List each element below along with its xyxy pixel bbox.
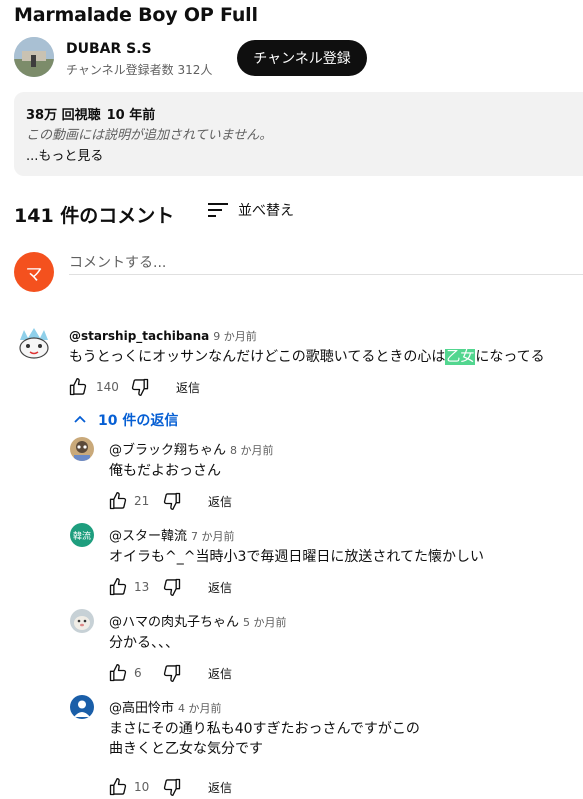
reply-avatar[interactable] <box>70 609 94 633</box>
comment-count: 141 件のコメント <box>14 205 175 227</box>
thumb-up-icon <box>109 578 127 596</box>
view-count: 38万 回視聴 <box>26 108 101 123</box>
sort-label: 並べ替え <box>238 203 294 219</box>
reply-actions: 10 返信 <box>106 775 232 799</box>
thumb-up-icon <box>109 492 127 510</box>
reply-actions: 21 返信 <box>106 489 232 513</box>
thumb-down-icon <box>163 778 181 796</box>
sort-button[interactable]: 並べ替え <box>208 200 294 220</box>
subscriber-count: チャンネル登録者数 312人 <box>66 63 213 77</box>
show-more-link[interactable]: ...もっと見る <box>26 145 103 164</box>
reply-text: オイラも^_^当時小3で毎週日曜日に放送されてた懐かしい <box>109 549 484 565</box>
comment-header: @starship_tachibana 9 か月前 <box>69 325 257 344</box>
sort-icon <box>208 203 228 217</box>
comment-text: もうとっくにオッサンなんだけどこの歌聴いてるときの心は乙女になってる <box>69 346 545 366</box>
reply-button[interactable]: 返信 <box>208 493 232 510</box>
reply-time[interactable]: 7 か月前 <box>191 530 235 543</box>
thumb-down-icon <box>163 664 181 682</box>
dislike-button[interactable] <box>160 489 184 513</box>
reply-button[interactable]: 返信 <box>176 379 200 396</box>
thumb-down-icon <box>131 378 149 396</box>
like-button[interactable] <box>106 661 130 685</box>
reply-header: @ハマの肉丸子ちゃん 5 か月前 <box>109 611 287 630</box>
reply-header: @スター韓流 7 か月前 <box>109 525 235 544</box>
reply-text: 曲きくと乙女な気分です <box>109 741 263 757</box>
reply-text: 俺もだよおっさん <box>109 463 221 479</box>
reply-text: まさにその通り私も40すぎたおっさんですがこの <box>109 721 420 737</box>
comment-actions: 140 返信 <box>66 375 200 399</box>
comment-text-highlight: 乙女 <box>445 349 476 365</box>
reply-author[interactable]: @ハマの肉丸子ちゃん <box>109 615 239 630</box>
replies-toggle[interactable]: 10 件の返信 <box>72 410 178 430</box>
comment-text-after: になってる <box>475 349 545 365</box>
description-text: この動画には説明が追加されていません。 <box>26 128 273 143</box>
reply-actions: 13 返信 <box>106 575 232 599</box>
reply-time[interactable]: 5 か月前 <box>243 616 287 629</box>
like-button[interactable] <box>106 489 130 513</box>
reply-time[interactable]: 4 か月前 <box>178 702 222 715</box>
reply-text: 分かる、、、 <box>109 635 179 651</box>
dislike-button[interactable] <box>160 775 184 799</box>
my-avatar[interactable]: マ <box>14 252 54 292</box>
comment-time[interactable]: 9 か月前 <box>213 330 257 343</box>
comment-author[interactable]: @starship_tachibana <box>69 329 209 343</box>
thumb-up-icon <box>109 778 127 796</box>
like-button[interactable] <box>106 575 130 599</box>
upload-date: 10 年前 <box>106 108 156 123</box>
reply-time[interactable]: 8 か月前 <box>230 444 274 457</box>
dislike-button[interactable] <box>160 661 184 685</box>
replies-toggle-label: 10 件の返信 <box>98 413 179 429</box>
add-comment-input[interactable] <box>69 252 583 275</box>
reply-avatar[interactable] <box>70 695 94 719</box>
video-title: Marmalade Boy OP Full <box>14 4 258 26</box>
subscribe-button[interactable]: チャンネル登録 <box>237 40 367 76</box>
reply-author[interactable]: @ブラック翔ちゃん <box>109 443 226 458</box>
channel-avatar[interactable] <box>14 37 54 77</box>
reply-button[interactable]: 返信 <box>208 779 232 796</box>
channel-name[interactable]: DUBAR S.S <box>66 41 152 57</box>
reply-button[interactable]: 返信 <box>208 579 232 596</box>
dislike-button[interactable] <box>128 375 152 399</box>
thumb-down-icon <box>163 578 181 596</box>
reply-avatar[interactable]: 韓流 <box>70 523 94 547</box>
like-count: 6 <box>134 666 142 680</box>
commenter-avatar[interactable] <box>14 324 54 364</box>
thumb-down-icon <box>163 492 181 510</box>
thumb-up-icon <box>109 664 127 682</box>
like-button[interactable] <box>66 375 90 399</box>
reply-button[interactable]: 返信 <box>208 665 232 682</box>
comment-text-before: もうとっくにオッサンなんだけどこの歌聴いてるときの心は <box>69 349 446 365</box>
reply-author[interactable]: @高田怜市 <box>109 701 174 716</box>
like-count: 21 <box>134 494 150 508</box>
like-count: 10 <box>134 780 150 794</box>
reply-header: @ブラック翔ちゃん 8 か月前 <box>109 439 274 458</box>
reply-avatar[interactable] <box>70 437 94 461</box>
like-button[interactable] <box>106 775 130 799</box>
reply-header: @高田怜市 4 か月前 <box>109 697 222 716</box>
dislike-button[interactable] <box>160 575 184 599</box>
description-meta: 38万 回視聴 10 年前 <box>26 104 161 123</box>
thumb-up-icon <box>69 378 87 396</box>
like-count: 140 <box>96 380 119 394</box>
reply-avatar-text: 韓流 <box>72 531 91 542</box>
reply-author[interactable]: @スター韓流 <box>109 529 187 544</box>
reply-actions: 6 返信 <box>106 661 232 685</box>
like-count: 13 <box>134 580 150 594</box>
chevron-up-icon <box>74 415 86 423</box>
